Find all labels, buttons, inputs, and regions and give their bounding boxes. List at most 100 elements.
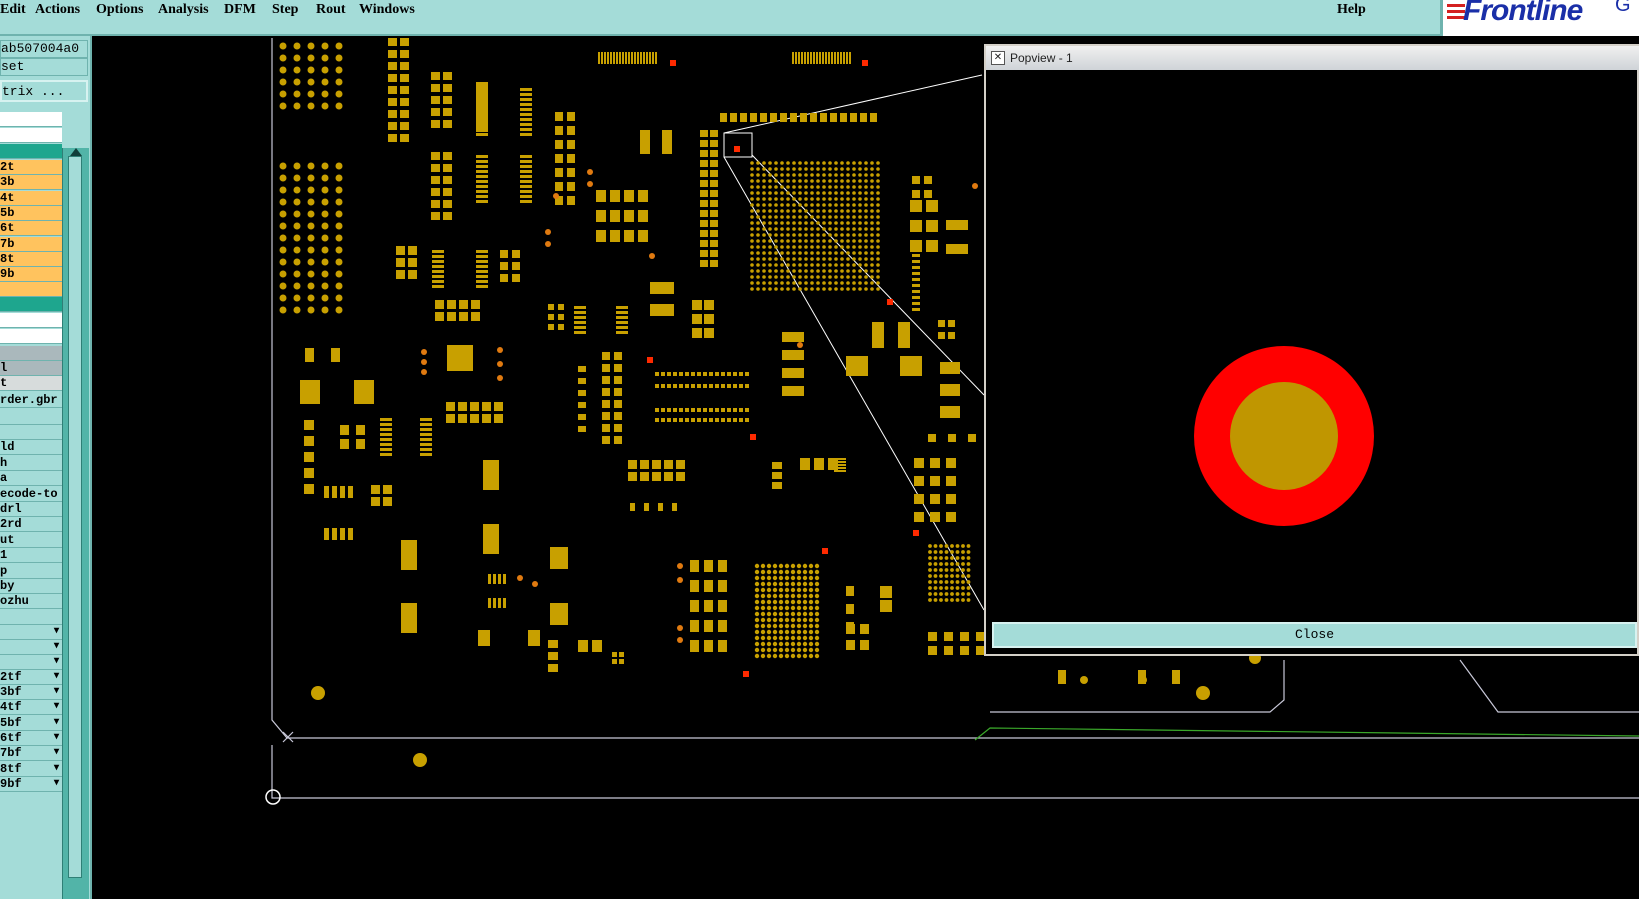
bga-ball <box>933 592 938 596</box>
bga-ball <box>784 629 790 635</box>
layer-row[interactable]: 5b <box>0 205 62 221</box>
film-row[interactable]: 8tf ▾ <box>0 761 62 777</box>
menu-windows[interactable]: Windows <box>359 0 415 20</box>
bga-ball <box>961 562 965 566</box>
bga-ball <box>802 581 808 587</box>
bga-ball <box>792 245 796 249</box>
menu-edit[interactable]: Edit <box>0 0 26 20</box>
film-row[interactable]: ▾ <box>0 654 62 670</box>
fine-pad <box>661 384 665 388</box>
menu-rout[interactable]: Rout <box>316 0 346 20</box>
bga-ball <box>876 161 880 165</box>
smd-pad <box>408 258 417 267</box>
layer-row-blank[interactable] <box>0 112 62 127</box>
close-x-icon[interactable]: ✕ <box>991 51 1005 65</box>
file-row[interactable]: by <box>0 579 62 594</box>
smd-pad <box>614 352 622 360</box>
menu-dfm[interactable]: DFM <box>224 0 256 20</box>
layer-row-blank[interactable] <box>0 313 62 329</box>
menu-analysis[interactable]: Analysis <box>158 0 209 20</box>
file-row[interactable]: 1 <box>0 548 62 564</box>
menu-options[interactable]: Options <box>96 0 143 20</box>
bga-ball <box>784 635 790 641</box>
file-row[interactable]: ozhu <box>0 594 62 610</box>
pad-array <box>335 102 343 110</box>
edit-mark-icon: ▾ <box>53 747 59 759</box>
layer-row[interactable]: 6t <box>0 221 62 237</box>
small-pad <box>532 581 538 587</box>
job-name-field[interactable]: ab507004a0 <box>0 40 88 58</box>
film-row[interactable]: 9bf ▾ <box>0 776 62 792</box>
file-row[interactable]: a <box>0 471 62 487</box>
file-row[interactable]: p <box>0 563 62 579</box>
layer-row[interactable]: 8t <box>0 251 62 267</box>
file-row[interactable]: h <box>0 455 62 471</box>
bga-ball <box>768 191 772 195</box>
smd-pad <box>628 460 637 469</box>
layer-row[interactable]: 4t <box>0 190 62 206</box>
layer-row[interactable] <box>0 410 62 426</box>
smd-pad <box>400 86 409 94</box>
fine-pad <box>667 408 671 412</box>
scroll-thumb[interactable] <box>68 156 82 878</box>
bga-ball <box>802 629 808 635</box>
bga-ball <box>754 623 760 629</box>
layer-group-divider[interactable] <box>0 297 62 313</box>
ic-lead <box>476 280 488 283</box>
bga-ball <box>754 575 760 581</box>
film-row[interactable]: 5bf ▾ <box>0 715 62 731</box>
file-row[interactable]: ut <box>0 532 62 548</box>
popview-close-button[interactable]: Close <box>992 622 1637 648</box>
layer-row[interactable] <box>0 282 62 298</box>
film-row[interactable]: 2tf ▾ <box>0 669 62 685</box>
bga-ball <box>933 568 938 572</box>
step-field[interactable]: set <box>0 58 88 76</box>
layer-row-misc[interactable]: l <box>0 361 62 377</box>
film-row[interactable]: 6tf ▾ <box>0 731 62 746</box>
smd-pad <box>692 314 702 324</box>
layer-row[interactable] <box>0 609 62 625</box>
file-row[interactable]: ld <box>0 440 62 456</box>
file-row[interactable]: drl <box>0 502 62 517</box>
pad-array <box>279 66 287 74</box>
layer-row[interactable]: 9b <box>0 267 62 283</box>
layer-row[interactable]: 3b <box>0 175 62 191</box>
smd-pad <box>388 38 397 46</box>
ic-lead <box>476 170 488 173</box>
bga-ball <box>780 269 784 273</box>
matrix-button[interactable]: trix ... <box>0 80 88 102</box>
ic-lead <box>432 255 444 258</box>
bga-ball <box>750 185 754 189</box>
layer-row-blank[interactable] <box>0 128 62 143</box>
layer-row[interactable] <box>0 425 62 441</box>
layer-group-header[interactable] <box>0 144 62 159</box>
menu-actions[interactable]: Actions <box>35 0 80 20</box>
film-row[interactable]: 4tf ▾ <box>0 700 62 716</box>
layer-row[interactable]: 7b <box>0 236 62 252</box>
bga-ball <box>928 592 932 596</box>
fine-lead <box>846 52 848 64</box>
popview-canvas[interactable] <box>990 72 1637 620</box>
layer-row-misc[interactable]: rder.gbr <box>0 393 62 409</box>
menu-step[interactable]: Step <box>272 0 298 20</box>
film-row[interactable]: 3bf ▾ <box>0 685 62 701</box>
scroll-up-icon[interactable] <box>70 148 82 156</box>
file-row[interactable]: 2rd <box>0 517 62 533</box>
smd-pad <box>658 503 663 511</box>
bga-ball <box>876 245 880 249</box>
layer-row[interactable]: 2t <box>0 160 62 175</box>
layer-row-misc[interactable]: t <box>0 376 62 392</box>
layer-row-gray[interactable] <box>0 346 62 362</box>
ic-lead <box>616 331 628 334</box>
file-row[interactable]: ecode-to <box>0 486 62 502</box>
layer-scrollbar[interactable] <box>62 148 89 899</box>
bga-ball <box>802 611 808 617</box>
smd-pad <box>926 240 938 252</box>
film-row[interactable]: ▾ <box>0 624 62 640</box>
bga-ball <box>804 197 808 201</box>
menu-help[interactable]: Help <box>1337 0 1366 20</box>
film-row[interactable]: 7bf ▾ <box>0 746 62 762</box>
layer-row-blank[interactable] <box>0 329 62 345</box>
bga-ball <box>756 215 760 219</box>
film-row[interactable]: ▾ <box>0 639 62 655</box>
